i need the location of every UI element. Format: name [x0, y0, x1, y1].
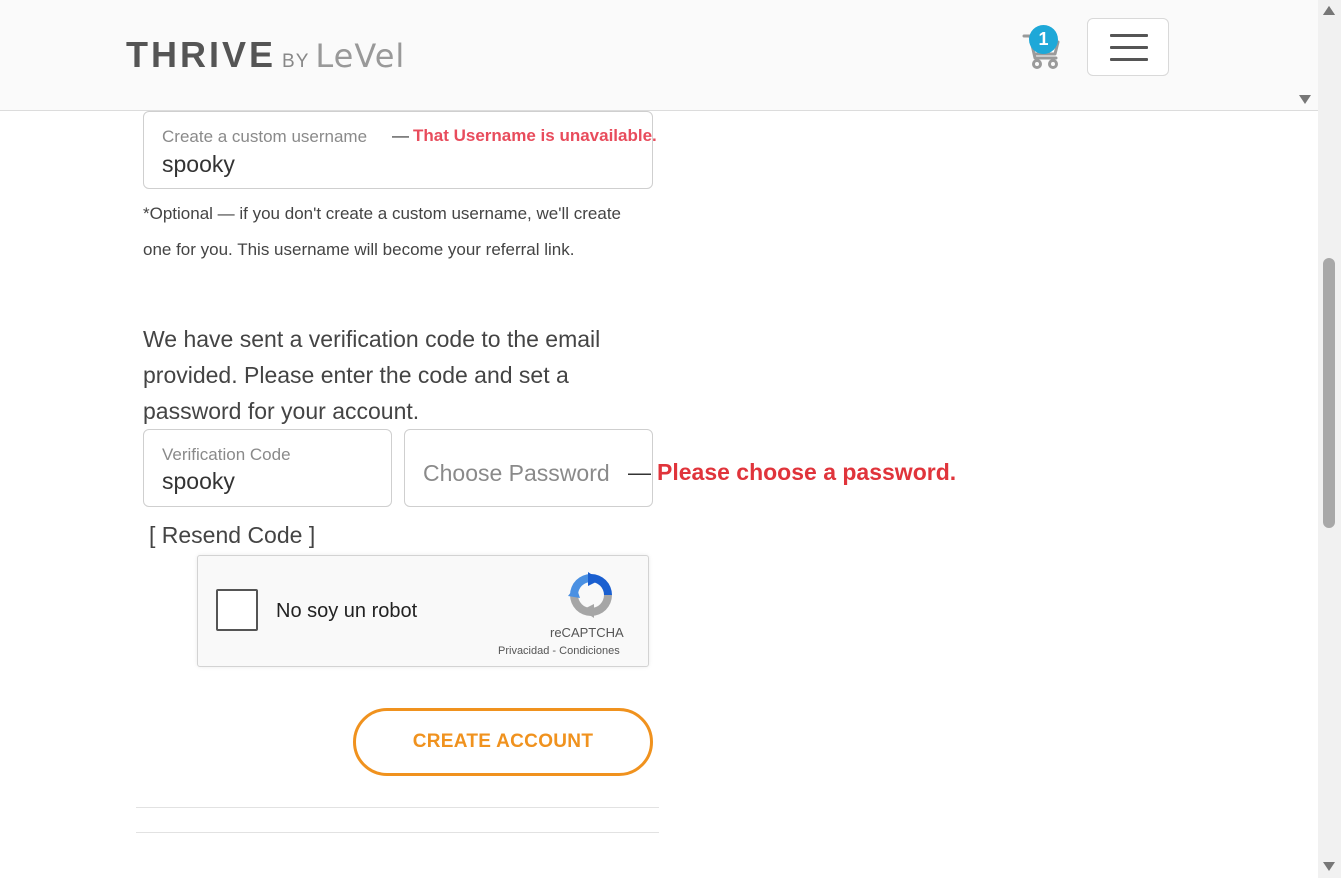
resend-code-link[interactable]: [ Resend Code ] — [149, 522, 315, 549]
logo-thrive-text: THRIVE — [126, 34, 277, 75]
recaptcha-widget: No soy un robot reCAPTCHA Privacidad - C… — [197, 555, 649, 667]
site-header: THRIVE BY LeVel 1 — [0, 0, 1318, 111]
verification-code-field[interactable]: Verification Code spooky — [143, 429, 392, 507]
logo-level-text: LeVel — [315, 37, 406, 75]
divider — [136, 832, 659, 833]
error-dash: — — [628, 459, 651, 485]
cart-count-badge: 1 — [1029, 25, 1058, 54]
hamburger-menu-button[interactable] — [1087, 18, 1169, 76]
password-error: — Please choose a password. — [628, 459, 956, 486]
recaptcha-separator: - — [552, 645, 557, 657]
username-error: — That Username is unavailable. — [392, 126, 657, 146]
site-logo[interactable]: THRIVE BY LeVel — [126, 34, 405, 78]
recaptcha-terms-link[interactable]: Condiciones — [559, 645, 620, 657]
create-account-button[interactable]: CREATE ACCOUNT — [353, 708, 653, 776]
header-scroll-down-arrow-icon[interactable] — [1299, 95, 1311, 104]
divider — [136, 807, 659, 808]
page: THRIVE BY LeVel 1 Create a custom userna… — [0, 0, 1341, 878]
username-field[interactable]: Create a custom username spooky — [143, 111, 653, 189]
recaptcha-checkbox[interactable] — [216, 589, 258, 631]
password-placeholder: Choose Password — [423, 460, 610, 486]
scroll-down-arrow-icon[interactable] — [1323, 862, 1335, 871]
logo-by-text: BY — [282, 51, 310, 72]
verification-code-label: Verification Code — [162, 445, 291, 464]
username-error-text: That Username is unavailable. — [413, 126, 657, 145]
username-label: Create a custom username — [162, 127, 368, 146]
error-dash: — — [392, 126, 409, 145]
username-input-value[interactable]: spooky — [162, 151, 235, 178]
recaptcha-brand: reCAPTCHA — [550, 625, 624, 640]
recaptcha-links: Privacidad - Condiciones — [498, 645, 620, 657]
scroll-thumb[interactable] — [1323, 258, 1335, 528]
password-field[interactable]: Choose Password — [404, 429, 653, 507]
menu-line-icon — [1110, 58, 1148, 61]
password-error-text: Please choose a password. — [657, 459, 957, 485]
verification-code-value[interactable]: spooky — [162, 468, 235, 495]
username-optional-note: *Optional — if you don't create a custom… — [143, 204, 622, 259]
menu-line-icon — [1110, 34, 1148, 37]
scroll-up-arrow-icon[interactable] — [1323, 6, 1335, 15]
recaptcha-label: No soy un robot — [276, 600, 418, 622]
verification-message: We have sent a verification code to the … — [143, 326, 601, 424]
recaptcha-privacy-link[interactable]: Privacidad — [498, 645, 549, 657]
page-scrollbar[interactable] — [1318, 0, 1341, 878]
menu-line-icon — [1110, 46, 1148, 49]
recaptcha-logo-icon — [568, 572, 612, 618]
